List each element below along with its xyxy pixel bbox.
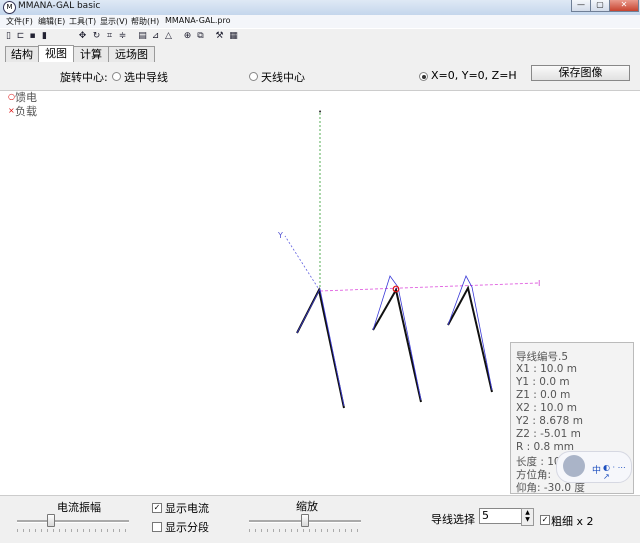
antenna-element-3 — [447, 275, 493, 393]
current-amplitude-ticks — [17, 529, 129, 532]
chart-icon[interactable]: ⊿ — [150, 31, 161, 42]
ime-avatar-icon — [563, 455, 585, 477]
show-segments-checkbox[interactable] — [152, 522, 162, 532]
menu-tools[interactable]: 工具(T) — [69, 16, 96, 27]
y1-value: Y1 : 0.0 m — [516, 376, 570, 388]
new-icon[interactable]: ▯ — [3, 31, 14, 42]
z2-value: Z2 : -5.01 m — [516, 428, 581, 440]
show-current-checkbox[interactable]: ✓ — [152, 503, 162, 513]
tools-icon[interactable]: ⚒ — [214, 31, 225, 42]
tab-calculate[interactable]: 计算 — [73, 46, 109, 62]
tab-far-field[interactable]: 远场图 — [108, 46, 155, 62]
rotation-center-label: 旋转中心: — [60, 71, 108, 84]
y2-value: Y2 : 8.678 m — [516, 415, 583, 427]
window-title: MMANA-GAL basic — [18, 1, 101, 11]
close-button[interactable]: ✕ — [609, 0, 639, 12]
document-icon[interactable]: ▤ — [137, 31, 148, 42]
antenna-element-2 — [372, 275, 422, 403]
y-axis-label: Y — [277, 231, 283, 240]
book-icon[interactable]: ▮ — [39, 31, 50, 42]
radio-origin[interactable] — [419, 72, 428, 81]
ladder-icon[interactable]: ≑ — [117, 31, 128, 42]
current-amplitude-slider[interactable] — [17, 520, 129, 523]
menu-bar: 文件(F) 编辑(E) 工具(T) 显示(V) 帮助(H) MMANA-GAL.… — [0, 15, 640, 28]
x2-value: X2 : 10.0 m — [516, 402, 578, 414]
triangle-icon[interactable]: △ — [163, 31, 174, 42]
wire-select-input[interactable]: 5 — [479, 508, 523, 524]
copy-icon[interactable]: ⧉ — [195, 31, 206, 42]
feed-legend-icon: ○ — [8, 92, 15, 101]
maximize-button[interactable]: ▢ — [590, 0, 610, 12]
antenna-element-1 — [296, 287, 345, 409]
menu-pro[interactable]: MMANA-GAL.pro — [165, 16, 231, 25]
ime-options-icon[interactable]: ◐ · ⋯ ↗ — [603, 463, 631, 481]
save-icon[interactable]: ▪ — [27, 31, 38, 42]
x-axis — [319, 282, 539, 292]
menu-help[interactable]: 帮助(H) — [131, 16, 159, 27]
tab-strip: 结构 视图 计算 远场图 — [0, 45, 640, 63]
radio-selected-wire[interactable] — [112, 72, 121, 81]
tab-view[interactable]: 视图 — [38, 45, 74, 63]
show-segments-label[interactable]: 显示分段 — [165, 519, 209, 535]
menu-edit[interactable]: 编辑(E) — [38, 16, 65, 27]
wire-select-spinner[interactable]: ▲ ▼ — [521, 508, 534, 526]
calculator-icon[interactable]: ▦ — [228, 31, 239, 42]
thick-x2-checkbox[interactable]: ✓ — [540, 515, 550, 525]
radio-antenna-center[interactable] — [249, 72, 258, 81]
title-bar: M MMANA-GAL basic — ▢ ✕ — [0, 0, 640, 16]
radio-selected-wire-label[interactable]: 选中导线 — [124, 69, 168, 85]
zoom-thumb[interactable] — [301, 514, 309, 527]
tab-structure[interactable]: 结构 — [5, 46, 39, 62]
show-current-label[interactable]: 显示电流 — [165, 500, 209, 516]
z-axis-label: • — [318, 108, 322, 116]
wire-number: 导线编号.5 — [516, 351, 569, 363]
current-amplitude-thumb[interactable] — [47, 514, 55, 527]
menu-file[interactable]: 文件(F) — [6, 16, 33, 27]
save-image-button[interactable]: 保存图像 — [531, 65, 630, 81]
y-axis — [284, 235, 321, 292]
toolbar: ▯ ⊏ ▪ ▮ ✥ ↻ ⌗ ≑ ▤ ⊿ △ ⊕ ⧉ ⚒ ▦ — [0, 29, 640, 45]
thick-x2-label[interactable]: 粗细 x 2 — [551, 513, 594, 529]
ime-toolbar[interactable]: 中 ◐ · ⋯ ↗ — [556, 451, 632, 483]
radio-antenna-center-label[interactable]: 天线中心 — [261, 69, 305, 85]
x1-value: X1 : 10.0 m — [516, 363, 578, 375]
ime-mode-label[interactable]: 中 — [592, 463, 601, 476]
zoom-ticks — [249, 529, 361, 532]
move-icon[interactable]: ✥ — [77, 31, 88, 42]
radio-origin-label[interactable]: X=0, Y=0, Z=H — [431, 69, 517, 82]
wire-icon[interactable]: ⌗ — [104, 31, 115, 42]
menu-view[interactable]: 显示(V) — [100, 16, 128, 27]
current-amplitude-label: 电流振幅 — [57, 501, 101, 514]
target-icon[interactable]: ⊕ — [182, 31, 193, 42]
z1-value: Z1 : 0.0 m — [516, 389, 571, 401]
app-logo-icon: M — [3, 1, 16, 14]
zoom-label: 缩放 — [296, 500, 318, 513]
load-legend-icon: × — [8, 106, 15, 115]
load-legend-label: 负载 — [15, 105, 37, 118]
open-icon[interactable]: ⊏ — [15, 31, 26, 42]
rotate-icon[interactable]: ↻ — [91, 31, 102, 42]
x-axis-label: I — [538, 279, 540, 288]
wire-select-label: 导线选择 — [431, 513, 475, 526]
minimize-button[interactable]: — — [571, 0, 591, 12]
